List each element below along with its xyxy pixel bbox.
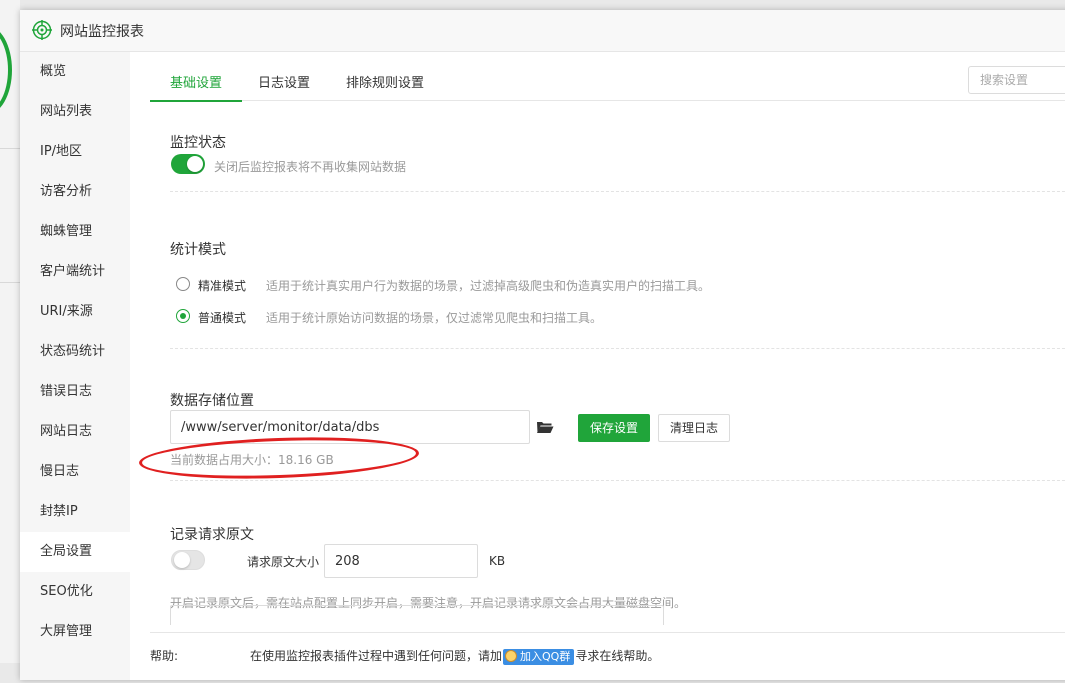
sidebar-item-banned-ip[interactable]: 封禁IP [20,492,130,532]
sidebar-item-status-code[interactable]: 状态码统计 [20,332,130,372]
request-size-unit: KB [489,554,506,568]
dialog-titlebar: 网站监控报表 [20,10,1065,52]
sidebar-item-spider-management[interactable]: 蜘蛛管理 [20,212,130,252]
help-label: 帮助: [150,649,179,663]
precise-mode-desc: 适用于统计真实用户行为数据的场景，过滤掉高级爬虫和伪造真实用户的扫描工具。 [266,279,711,293]
help-text-after: 寻求在线帮助。 [575,649,660,663]
monitor-target-icon [32,20,52,40]
storage-location-title: 数据存储位置 [170,393,254,409]
sidebar-item-error-log[interactable]: 错误日志 [20,372,130,412]
sidebar-item-site-log[interactable]: 网站日志 [20,412,130,452]
qq-avatar-icon [505,649,518,662]
sidebar-item-big-screen[interactable]: 大屏管理 [20,612,130,652]
toggle-knob [187,156,203,172]
help-text: 在使用监控报表插件过程中遇到任何问题，请加 加入QQ群 寻求在线帮助。 [250,647,659,665]
sidebar-item-global-settings[interactable]: 全局设置 [20,532,130,572]
precise-mode-label[interactable]: 精准模式 [198,277,246,294]
precise-mode-radio[interactable] [176,277,190,291]
settings-dialog: 网站监控报表 概览 网站列表 IP/地区 访客分析 蜘蛛管理 客户端统计 URI… [20,10,1065,680]
sidebar-item-visitor-analysis[interactable]: 访客分析 [20,172,130,212]
dialog-title: 网站监控报表 [60,24,144,40]
sidebar-item-slow-log[interactable]: 慢日志 [20,452,130,492]
normal-mode-radio[interactable] [176,309,190,323]
sidebar-item-ip-region[interactable]: IP/地区 [20,132,130,172]
section-divider [170,480,1065,481]
help-bar: 帮助: 在使用监控报表插件过程中遇到任何问题，请加 加入QQ群 寻求在线帮助。 [150,632,1065,683]
section-divider [170,191,1065,192]
settings-content: 基础设置 日志设置 排除规则设置 监控状态 关闭后监控报表将不再收集网站数据 统… [130,52,1065,680]
tab-log-settings[interactable]: 日志设置 [258,72,310,100]
section-divider [170,348,1065,349]
record-request-toggle[interactable] [171,550,205,570]
background-divider [0,148,20,149]
monitor-status-title: 监控状态 [170,135,226,151]
normal-mode-desc: 适用于统计原始访问数据的场景，仅过滤常见爬虫和扫描工具。 [266,311,603,325]
background-divider [0,282,20,283]
settings-tabs: 基础设置 日志设置 排除规则设置 [150,52,1065,102]
request-size-label: 请求原文大小 [247,555,320,569]
help-text-before: 在使用监控报表插件过程中遇到任何问题，请加 [250,649,503,663]
folder-open-icon[interactable] [536,420,554,434]
search-settings-input[interactable] [968,66,1065,94]
sidebar-item-uri-source[interactable]: URI/来源 [20,292,130,332]
clear-log-button[interactable]: 清理日志 [658,414,731,442]
request-textarea[interactable] [170,605,664,625]
toggle-knob [174,552,190,568]
monitor-status-hint: 关闭后监控报表将不再收集网站数据 [214,160,407,174]
tab-exclude-rules[interactable]: 排除规则设置 [346,72,424,100]
save-settings-button[interactable]: 保存设置 [578,414,651,442]
sidebar-item-seo[interactable]: SEO优化 [20,572,130,612]
request-size-input[interactable] [324,544,478,578]
join-qq-group-badge[interactable]: 加入QQ群 [503,648,575,665]
join-qq-group-label[interactable]: 加入QQ群 [520,650,570,663]
sidebar-item-client-stats[interactable]: 客户端统计 [20,252,130,292]
normal-mode-label[interactable]: 普通模式 [198,309,246,326]
sidebar-nav: 概览 网站列表 IP/地区 访客分析 蜘蛛管理 客户端统计 URI/来源 状态码… [20,52,130,680]
monitor-status-toggle[interactable] [171,154,205,174]
sidebar-item-site-list[interactable]: 网站列表 [20,92,130,132]
tab-basic-settings[interactable]: 基础设置 [150,72,243,102]
sidebar-item-overview[interactable]: 概览 [20,52,130,92]
stat-mode-title: 统计模式 [170,242,226,258]
record-request-title: 记录请求原文 [170,527,254,543]
